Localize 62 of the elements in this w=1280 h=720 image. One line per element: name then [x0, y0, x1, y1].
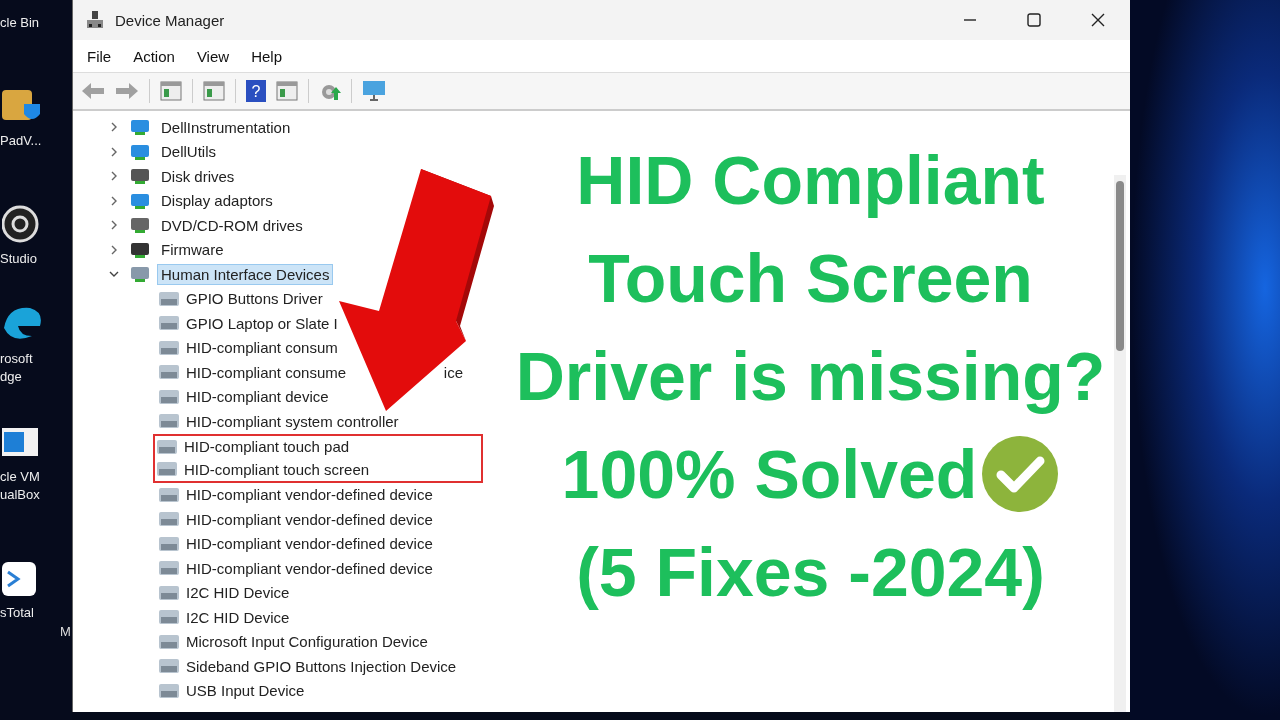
- desktop-icon-label: PadV...: [0, 132, 42, 150]
- panel-icon[interactable]: [203, 81, 225, 101]
- tree-item-fragment: ice: [443, 363, 463, 381]
- expand-chevron-icon[interactable]: [109, 171, 119, 182]
- headline-text: (5 Fixes -2024): [576, 533, 1045, 611]
- tree-item[interactable]: HID-compliant consum: [186, 339, 338, 357]
- tree-item[interactable]: DellInstrumentation: [157, 116, 295, 138]
- scrollbar[interactable]: [1114, 175, 1126, 712]
- window-title: Device Manager: [115, 11, 225, 29]
- device-category-icon: [129, 166, 151, 187]
- tree-item[interactable]: USB Input Device: [186, 682, 305, 700]
- headline-text: Driver is missing?: [515, 337, 1106, 415]
- tree-item[interactable]: Firmware: [157, 239, 228, 261]
- tree-item[interactable]: Disk drives: [157, 165, 239, 187]
- tree-item[interactable]: DVD/CD-ROM drives: [157, 214, 307, 236]
- tree-item[interactable]: Display adaptors: [157, 190, 277, 212]
- tree-item[interactable]: HID-compliant touch screen: [184, 460, 370, 478]
- expand-chevron-icon[interactable]: [109, 122, 119, 133]
- tree-item[interactable]: HID-compliant system controller: [186, 412, 399, 430]
- tree-item[interactable]: Human Interface Devices: [157, 263, 334, 285]
- maximize-icon[interactable]: [1027, 13, 1041, 27]
- tree-item[interactable]: HID-compliant touch pad: [184, 438, 350, 456]
- device-category-icon: [129, 117, 151, 138]
- device-category-icon: [129, 215, 151, 236]
- tree-item[interactable]: Microsoft Input Configuration Device: [186, 633, 428, 651]
- check-circle-icon: [981, 435, 1060, 513]
- expand-chevron-icon[interactable]: [109, 244, 119, 255]
- panel-icon[interactable]: [276, 81, 298, 101]
- headline-text: Touch Screen: [588, 239, 1033, 317]
- menu-item[interactable]: File: [87, 47, 112, 65]
- help-icon[interactable]: ?: [246, 80, 266, 102]
- desktop-icon-label: cle Bin: [0, 14, 40, 32]
- device-manager-icon: [85, 10, 105, 30]
- expand-chevron-icon[interactable]: [109, 195, 119, 206]
- tree-item[interactable]: HID-compliant vendor-defined device: [186, 535, 433, 553]
- tree-item[interactable]: GPIO Laptop or Slate I: [186, 314, 338, 332]
- device-category-icon: [129, 264, 151, 285]
- headline-text: HID Compliant: [576, 141, 1045, 219]
- tree-item[interactable]: HID-compliant vendor-defined device: [186, 510, 433, 528]
- tree-item[interactable]: GPIO Buttons Driver: [186, 290, 323, 308]
- tree-item[interactable]: HID-compliant vendor-defined device: [186, 559, 433, 577]
- tree-item[interactable]: HID-compliant device: [186, 388, 329, 406]
- tree-item[interactable]: HID-compliant vendor-defined device: [186, 486, 433, 504]
- panel-icon[interactable]: [160, 81, 182, 101]
- tree-item[interactable]: I2C HID Device: [186, 584, 290, 602]
- tree-item[interactable]: Sideband GPIO Buttons Injection Device: [186, 657, 457, 675]
- tree-item[interactable]: DellUtils: [157, 141, 220, 163]
- headline-text: 100% Solved: [561, 435, 978, 513]
- desktop-icon-label: cle VM ualBox: [0, 468, 40, 504]
- desktop-icon-label: rosoft dge: [0, 350, 33, 386]
- menu-item[interactable]: Help: [251, 47, 282, 65]
- monitor-icon[interactable]: [362, 80, 386, 102]
- desktop-icon-label: Studio: [0, 250, 37, 268]
- menu-item[interactable]: Action: [133, 47, 175, 65]
- expand-chevron-icon[interactable]: [109, 146, 119, 157]
- desktop-icon-label: M: [60, 624, 71, 639]
- expand-chevron-icon[interactable]: [109, 220, 119, 231]
- menu-item[interactable]: View: [196, 47, 230, 65]
- tree-item[interactable]: I2C HID Device: [186, 608, 290, 626]
- desktop-icon-label: sTotal: [0, 604, 34, 622]
- tree-item[interactable]: HID-compliant consume: [186, 363, 347, 381]
- close-icon[interactable]: [1091, 13, 1105, 27]
